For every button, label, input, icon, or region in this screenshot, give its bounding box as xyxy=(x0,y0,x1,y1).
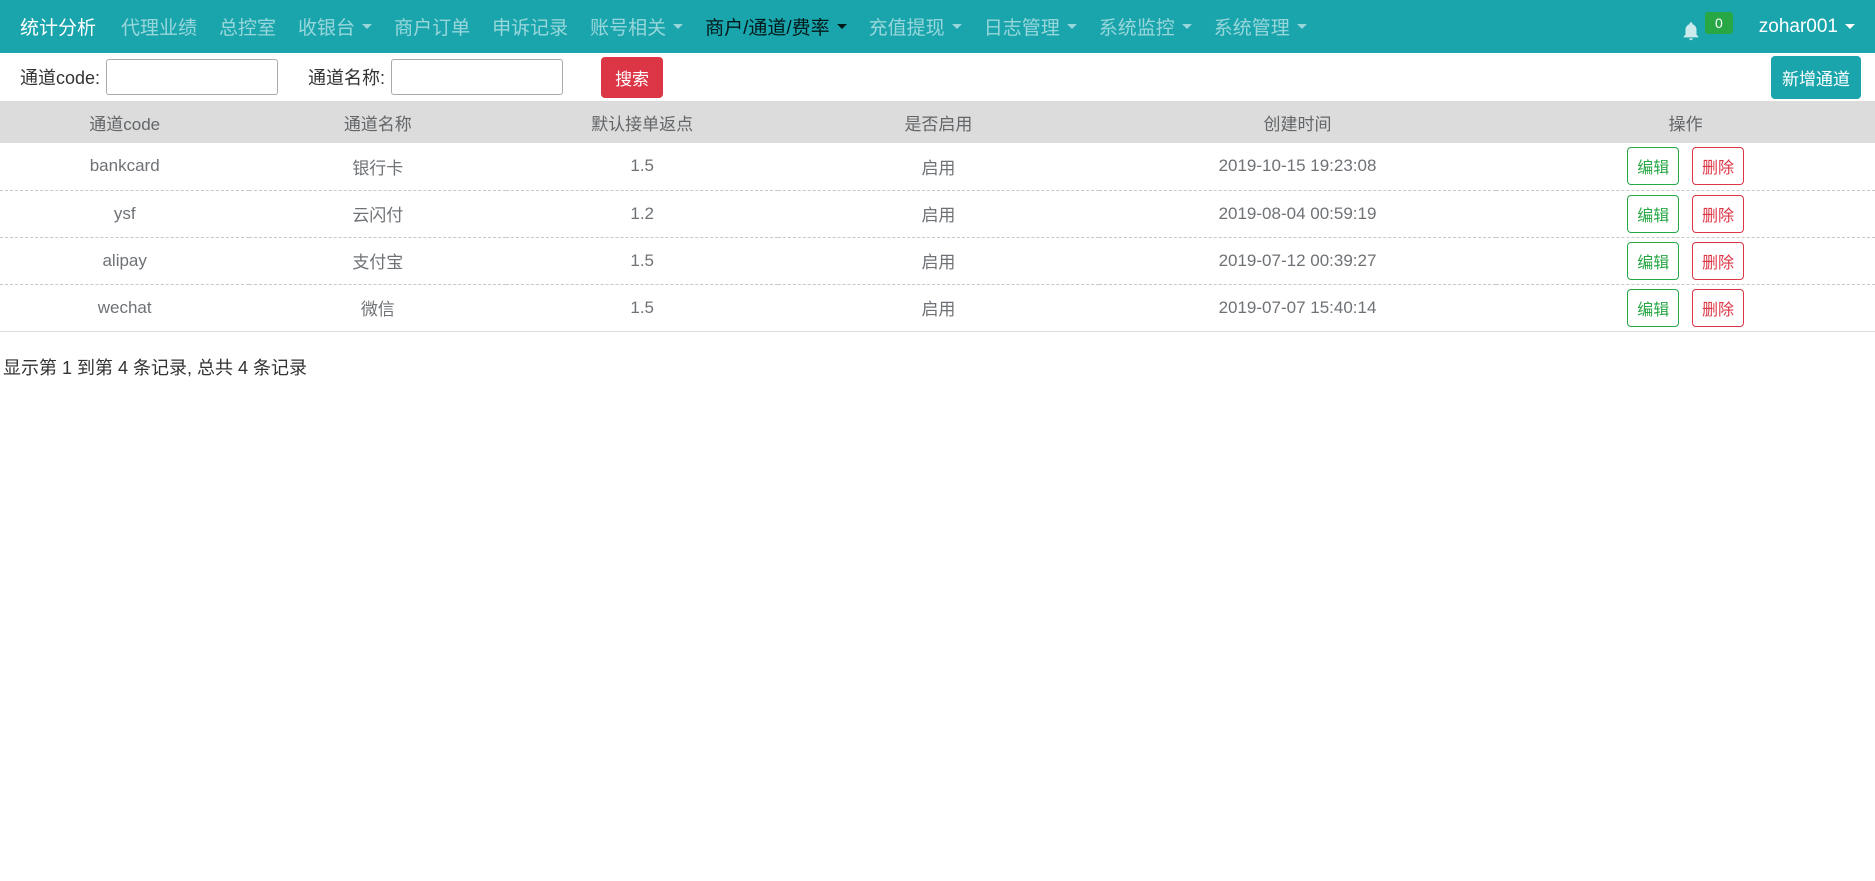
nav-item-8[interactable]: 日志管理 xyxy=(973,13,1088,40)
channel-table-body: bankcard 银行卡 1.5 启用 2019-10-15 19:23:08 … xyxy=(0,143,1875,331)
cell-channel-code: wechat xyxy=(0,284,249,331)
header-enabled: 是否启用 xyxy=(778,101,1099,143)
edit-button[interactable]: 编辑 xyxy=(1627,242,1679,280)
delete-button[interactable]: 删除 xyxy=(1692,195,1744,233)
nav-item-4[interactable]: 申诉记录 xyxy=(481,13,579,40)
cell-enabled: 启用 xyxy=(778,237,1099,284)
cell-channel-name: 银行卡 xyxy=(249,143,506,190)
caret-down-icon xyxy=(952,24,962,29)
edit-button[interactable]: 编辑 xyxy=(1627,147,1679,185)
cell-channel-code: alipay xyxy=(0,237,249,284)
nav-item-label: 充值提现 xyxy=(869,13,945,40)
add-channel-button[interactable]: 新增通道 xyxy=(1771,56,1861,99)
cell-rebate: 1.5 xyxy=(506,143,778,190)
delete-button[interactable]: 删除 xyxy=(1692,147,1744,185)
search-toolbar: 通道code: 通道名称: 搜索 新增通道 xyxy=(0,53,1875,101)
channel-name-label: 通道名称: xyxy=(308,64,385,90)
cell-enabled: 启用 xyxy=(778,284,1099,331)
nav-item-6[interactable]: 商户/通道/费率 xyxy=(694,13,858,40)
nav-item-1[interactable]: 总控室 xyxy=(208,13,287,40)
nav-item-9[interactable]: 系统监控 xyxy=(1088,13,1203,40)
nav-item-2[interactable]: 收银台 xyxy=(287,13,383,40)
nav-item-label: 收银台 xyxy=(298,13,355,40)
caret-down-icon xyxy=(1067,24,1077,29)
channel-table: 通道code 通道名称 默认接单返点 是否启用 创建时间 操作 bankcard… xyxy=(0,101,1875,332)
header-created: 创建时间 xyxy=(1099,101,1497,143)
caret-down-icon xyxy=(837,24,847,29)
table-header: 通道code 通道名称 默认接单返点 是否启用 创建时间 操作 xyxy=(0,101,1875,143)
user-menu[interactable]: zohar001 xyxy=(1759,16,1855,38)
cell-actions: 编辑 删除 xyxy=(1496,237,1875,284)
cell-channel-code: bankcard xyxy=(0,143,249,190)
cell-channel-name: 云闪付 xyxy=(249,190,506,237)
bell-icon xyxy=(1680,20,1702,42)
cell-enabled: 启用 xyxy=(778,143,1099,190)
channel-name-input[interactable] xyxy=(391,59,563,95)
table-row: alipay 支付宝 1.5 启用 2019-07-12 00:39:27 编辑… xyxy=(0,237,1875,284)
cell-channel-name: 微信 xyxy=(249,284,506,331)
caret-down-icon xyxy=(1297,24,1307,29)
cell-created: 2019-10-15 19:23:08 xyxy=(1099,143,1497,190)
nav-item-label: 申诉记录 xyxy=(492,13,568,40)
notifications-button[interactable]: 0 xyxy=(1680,12,1733,42)
cell-actions: 编辑 删除 xyxy=(1496,190,1875,237)
channel-code-input[interactable] xyxy=(106,59,278,95)
cell-rebate: 1.2 xyxy=(506,190,778,237)
nav-item-label: 总控室 xyxy=(219,13,276,40)
caret-down-icon xyxy=(362,24,372,29)
cell-actions: 编辑 删除 xyxy=(1496,284,1875,331)
caret-down-icon xyxy=(1845,24,1855,29)
header-actions: 操作 xyxy=(1496,101,1875,143)
caret-down-icon xyxy=(1182,24,1192,29)
nav-item-label: 系统管理 xyxy=(1214,13,1290,40)
cell-created: 2019-08-04 00:59:19 xyxy=(1099,190,1497,237)
nav-item-label: 日志管理 xyxy=(984,13,1060,40)
nav-item-label: 商户订单 xyxy=(394,13,470,40)
pagination-summary: 显示第 1 到第 4 条记录, 总共 4 条记录 xyxy=(0,354,1875,380)
top-navbar: 统计分析 代理业绩 总控室 收银台 商户订单 申诉记录 账号相关 商户/通道/费… xyxy=(0,0,1875,53)
nav-item-5[interactable]: 账号相关 xyxy=(579,13,694,40)
cell-rebate: 1.5 xyxy=(506,284,778,331)
nav-item-3[interactable]: 商户订单 xyxy=(383,13,481,40)
navbar-right: 0 zohar001 xyxy=(1680,12,1855,42)
nav-item-label: 账号相关 xyxy=(590,13,666,40)
nav-item-10[interactable]: 系统管理 xyxy=(1203,13,1318,40)
cell-actions: 编辑 删除 xyxy=(1496,143,1875,190)
search-button[interactable]: 搜索 xyxy=(601,57,663,98)
cell-created: 2019-07-07 15:40:14 xyxy=(1099,284,1497,331)
cell-enabled: 启用 xyxy=(778,190,1099,237)
nav-item-0[interactable]: 代理业绩 xyxy=(110,13,208,40)
channel-code-label: 通道code: xyxy=(20,64,100,90)
nav-item-label: 系统监控 xyxy=(1099,13,1175,40)
edit-button[interactable]: 编辑 xyxy=(1627,289,1679,327)
cell-channel-code: ysf xyxy=(0,190,249,237)
cell-channel-name: 支付宝 xyxy=(249,237,506,284)
nav-item-7[interactable]: 充值提现 xyxy=(858,13,973,40)
header-rebate: 默认接单返点 xyxy=(506,101,778,143)
nav-item-label: 商户/通道/费率 xyxy=(705,13,830,40)
edit-button[interactable]: 编辑 xyxy=(1627,195,1679,233)
delete-button[interactable]: 删除 xyxy=(1692,289,1744,327)
notification-badge: 0 xyxy=(1705,12,1733,34)
table-row: wechat 微信 1.5 启用 2019-07-07 15:40:14 编辑 … xyxy=(0,284,1875,331)
header-channel-name: 通道名称 xyxy=(249,101,506,143)
username-label: zohar001 xyxy=(1759,16,1838,38)
cell-created: 2019-07-12 00:39:27 xyxy=(1099,237,1497,284)
delete-button[interactable]: 删除 xyxy=(1692,242,1744,280)
header-channel-code: 通道code xyxy=(0,101,249,143)
cell-rebate: 1.5 xyxy=(506,237,778,284)
caret-down-icon xyxy=(673,24,683,29)
nav-item-label: 代理业绩 xyxy=(121,13,197,40)
nav-menu: 代理业绩 总控室 收银台 商户订单 申诉记录 账号相关 商户/通道/费率 充值提… xyxy=(110,13,1318,40)
nav-item-brand[interactable]: 统计分析 xyxy=(20,13,96,40)
table-row: bankcard 银行卡 1.5 启用 2019-10-15 19:23:08 … xyxy=(0,143,1875,190)
table-row: ysf 云闪付 1.2 启用 2019-08-04 00:59:19 编辑 删除 xyxy=(0,190,1875,237)
